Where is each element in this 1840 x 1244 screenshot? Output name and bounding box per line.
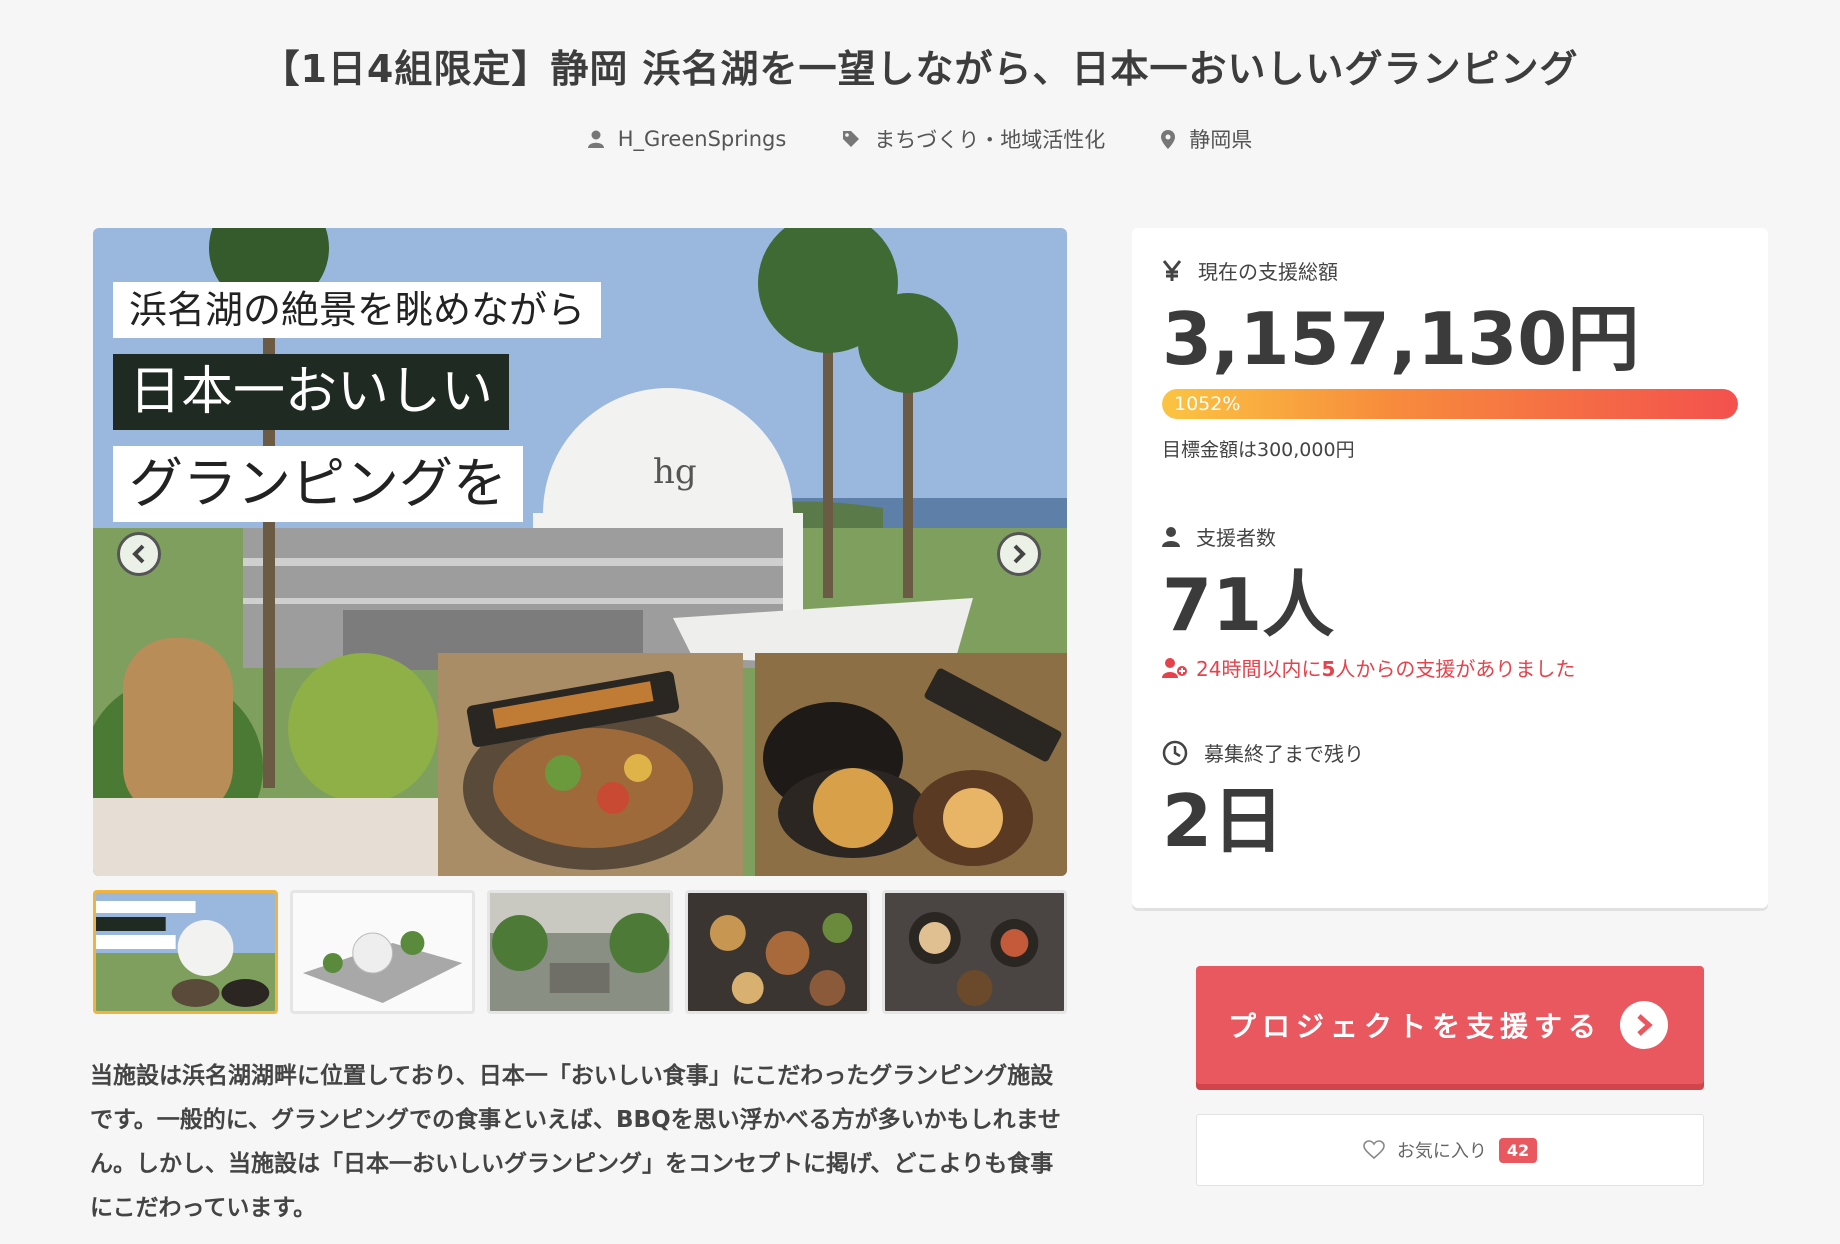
user-icon — [587, 130, 604, 148]
map-pin-icon — [1161, 129, 1176, 149]
location-link[interactable]: 静岡県 — [1161, 124, 1252, 154]
backers-label: 支援者数 — [1196, 526, 1276, 550]
owner-link[interactable]: H_GreenSprings — [587, 124, 787, 154]
owner-name: H_GreenSprings — [617, 127, 787, 151]
category-name: まちづくり・地域活性化 — [874, 128, 1106, 152]
favorite-button[interactable]: お気に入り 42 — [1196, 1114, 1704, 1186]
project-description: 当施設は浜名湖湖畔に位置しており、日本一「おいしい食事」にこだわったグランピング… — [90, 1063, 1061, 1221]
location-name: 静岡県 — [1189, 128, 1253, 152]
caption-line-1: 浜名湖の絶景を眺めながら — [113, 282, 602, 338]
progress-fill: 1052% — [1162, 389, 1738, 419]
thumbnail-strip — [93, 890, 1068, 1014]
stats-card: 現在の支援総額 3,157,130円 1052% 目標金額は300,000円 支… — [1132, 228, 1768, 908]
user-icon — [1162, 526, 1180, 547]
caption-line-3: グランピングを — [113, 446, 523, 522]
tag-icon — [843, 131, 860, 147]
recent-suffix: 人からの支援がありました — [1335, 657, 1576, 681]
recent-count: 5 — [1321, 657, 1336, 681]
recent-prefix: 24時間以内に — [1196, 657, 1322, 681]
chevron-right-circle-icon — [1620, 1001, 1668, 1049]
chevron-left-icon — [132, 544, 145, 564]
support-button-label: プロジェクトを支援する — [1228, 1010, 1603, 1043]
favorite-label: お気に入り — [1396, 1141, 1487, 1162]
remaining-days: 2日 — [1162, 779, 1285, 863]
heart-icon — [1363, 1140, 1385, 1160]
thumbnail-image — [687, 893, 867, 1011]
thumbnail-image — [293, 893, 473, 1011]
page-title: 【1日4組限定】静岡 浜名湖を一望しながら、日本一おいしいグランピング — [261, 47, 1579, 91]
goal-amount: 目標金額は300,000円 — [1162, 439, 1355, 461]
thumbnail-image — [490, 893, 670, 1011]
thumbnail-4[interactable] — [684, 890, 870, 1014]
svg-text:hg: hg — [653, 452, 697, 492]
main-gallery-image[interactable]: hg 浜名湖の絶景を眺めながら 日本一おいしい グランピングを — [93, 228, 1067, 876]
project-meta: H_GreenSprings まちづくり・地域活性化 静岡県 — [0, 124, 1840, 154]
thumbnail-image — [884, 893, 1065, 1011]
thumbnail-3[interactable] — [487, 890, 673, 1014]
total-amount: 3,157,130円 — [1162, 297, 1640, 381]
favorite-count-badge: 42 — [1498, 1137, 1538, 1163]
remaining-label: 募集終了まで残り — [1204, 742, 1364, 766]
yen-icon — [1162, 259, 1182, 281]
support-project-button[interactable]: プロジェクトを支援する — [1196, 966, 1704, 1084]
backers-label-row: 支援者数 — [1162, 522, 1738, 551]
recent-backers-notice: 24時間以内に5人からの支援がありました — [1162, 653, 1738, 682]
thumbnail-1[interactable] — [93, 890, 279, 1014]
thumbnail-2[interactable] — [290, 890, 476, 1014]
clock-icon — [1162, 740, 1188, 765]
amount-label: 現在の支援総額 — [1198, 260, 1338, 284]
gallery-prev-button[interactable] — [117, 532, 161, 576]
progress-bar: 1052% — [1162, 389, 1738, 419]
category-link[interactable]: まちづくり・地域活性化 — [842, 124, 1105, 154]
remaining-label-row: 募集終了まで残り — [1162, 738, 1738, 767]
caption-line-2: 日本一おいしい — [113, 354, 510, 430]
thumbnail-5[interactable] — [881, 890, 1068, 1014]
amount-label-row: 現在の支援総額 — [1162, 256, 1738, 285]
gallery-next-button[interactable] — [997, 532, 1041, 576]
backers-count: 71人 — [1162, 563, 1335, 647]
chevron-right-icon — [1013, 544, 1026, 564]
thumbnail-image — [96, 893, 276, 1011]
user-plus-icon — [1162, 657, 1187, 678]
